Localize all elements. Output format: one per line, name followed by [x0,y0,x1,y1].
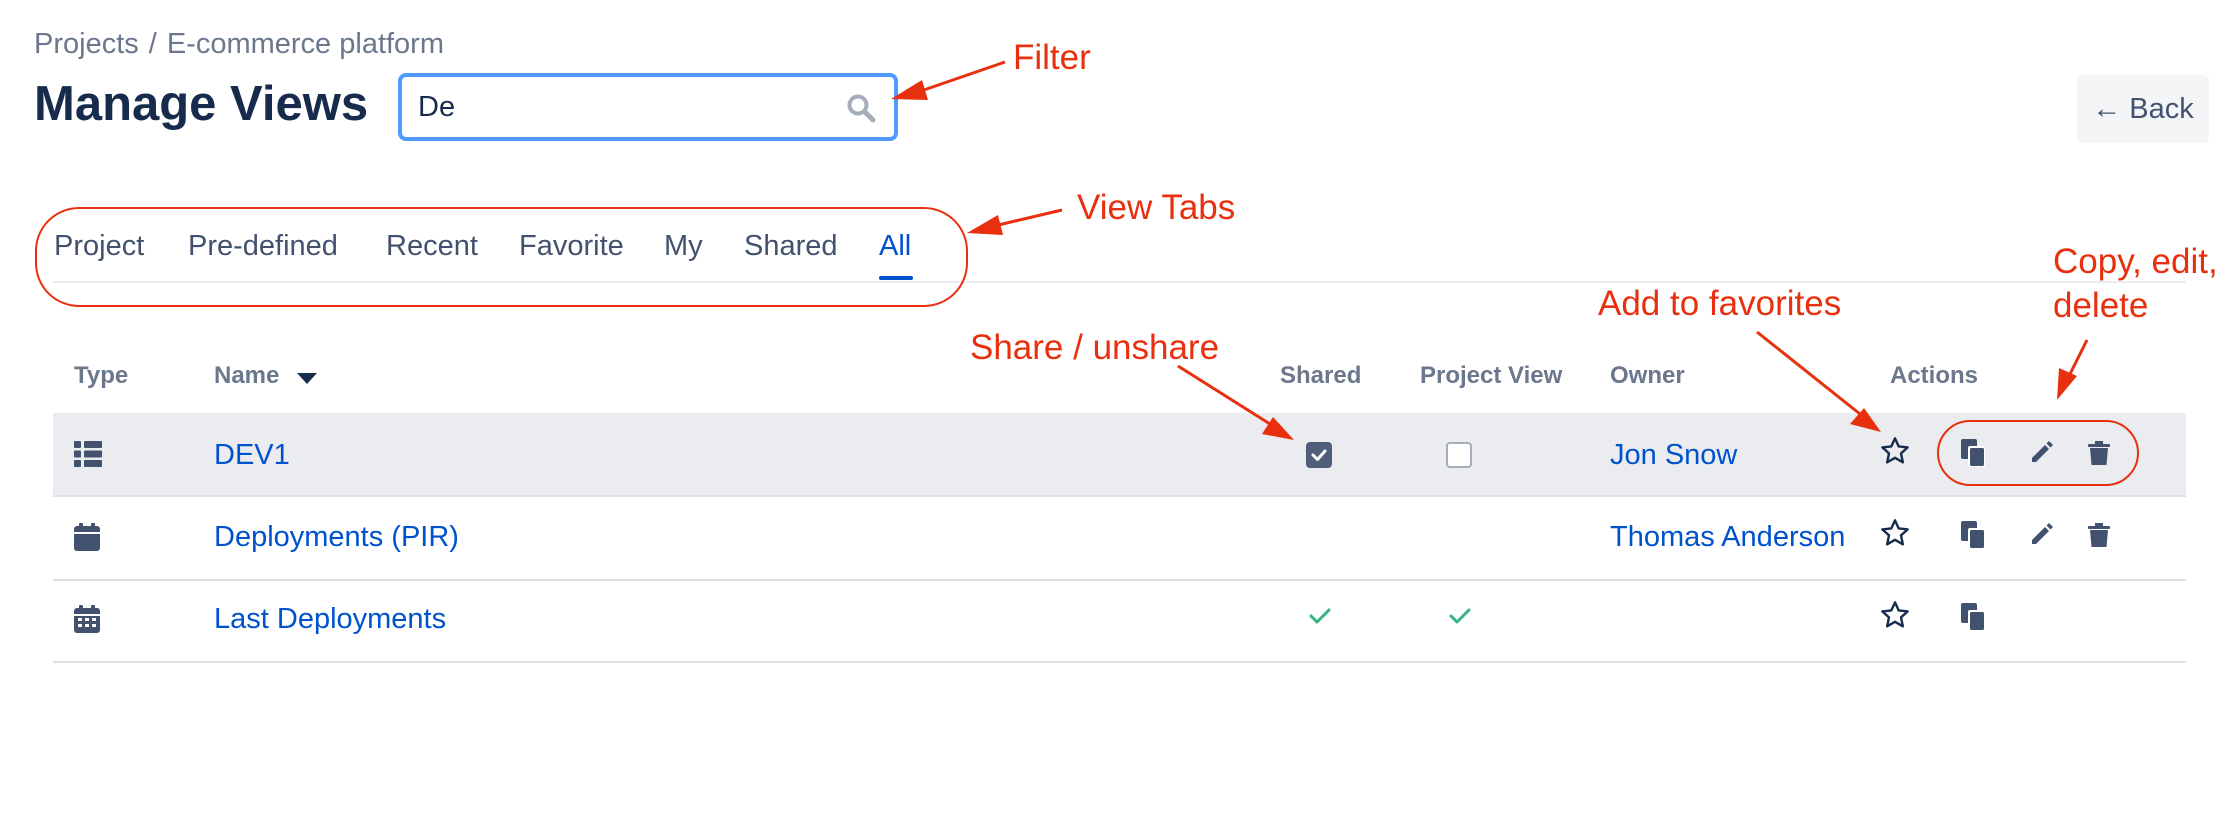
annotation-delete: delete [2053,286,2149,325]
annotation-copy-edit: Copy, edit, [2053,242,2218,281]
annotation-view-tabs: View Tabs [1077,188,1236,227]
annotation-share: Share / unshare [970,328,1220,367]
annotation-filter: Filter [1013,38,1091,77]
annotation-favorites: Add to favorites [1598,284,1842,323]
annotation-arrows [891,60,2089,440]
